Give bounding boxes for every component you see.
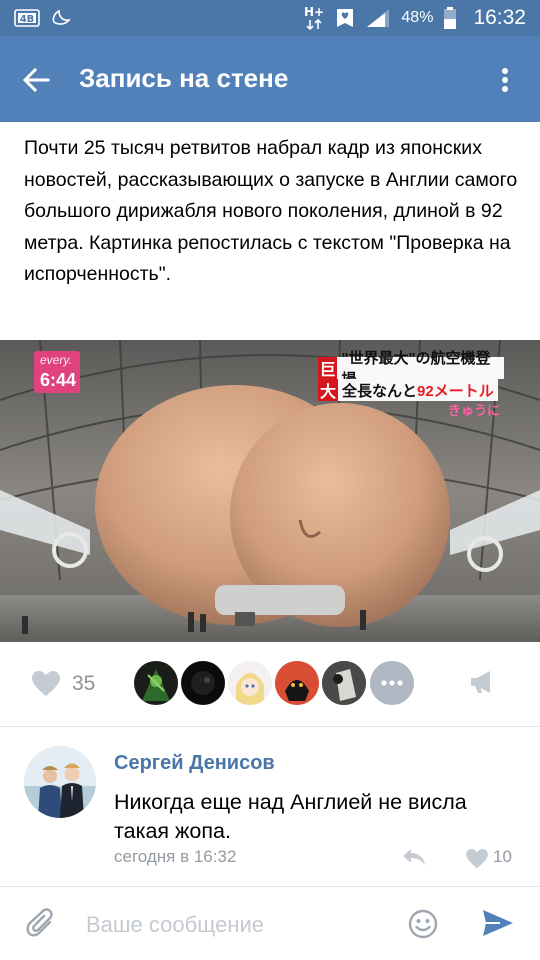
comment-avatar[interactable] — [24, 746, 96, 818]
battery-icon — [443, 6, 457, 30]
caption-line-2-prefix: 全長なんと — [342, 382, 418, 400]
message-input[interactable] — [86, 907, 386, 943]
send-icon[interactable] — [482, 909, 514, 942]
caption-kanji-bottom: 大 — [318, 379, 338, 401]
caption-line-1: "世界最大"の航空機登場 — [337, 350, 504, 388]
more-options-button[interactable] — [490, 60, 520, 100]
liker-avatar-4[interactable] — [275, 661, 319, 705]
comment-text: Никогда еще над Англией не висла такая ж… — [114, 790, 467, 843]
back-button[interactable] — [16, 60, 56, 100]
liker-avatar-5[interactable] — [322, 661, 366, 705]
signal-icon — [365, 7, 391, 29]
like-count[interactable]: 35 — [72, 672, 95, 696]
sim-label: 4B — [20, 14, 35, 25]
comment-time: сегодня в 16:32 — [114, 847, 237, 866]
network-type: H+ — [304, 5, 324, 19]
heart-notification-icon — [335, 7, 355, 29]
arrow-back-icon — [22, 67, 50, 93]
heart-icon[interactable] — [32, 671, 60, 702]
comment-like-count[interactable]: 10 — [493, 847, 512, 867]
more-vertical-icon — [502, 68, 508, 92]
battery-percent: 48% — [401, 9, 434, 26]
comment-heart-icon[interactable] — [466, 849, 488, 874]
post-photo[interactable]: every. 6:44 巨 "世界最大"の航空機登場 大 全長なんと92メートル… — [0, 340, 540, 642]
page-title: Запись на стене — [79, 63, 289, 93]
liker-avatar-2[interactable] — [181, 661, 225, 705]
sim-icon: 4B — [14, 9, 40, 27]
news-caption: 巨 "世界最大"の航空機登場 大 全長なんと92メートル きゅうに — [318, 350, 504, 418]
paperclip-icon[interactable] — [26, 908, 56, 945]
reply-icon[interactable] — [402, 848, 426, 871]
data-arrows-icon: H+ — [303, 4, 325, 32]
comment-author[interactable]: Сергей Денисов — [114, 752, 275, 775]
liker-avatars[interactable] — [134, 661, 414, 705]
channel-label: every. — [40, 353, 72, 367]
clock: 16:32 — [473, 6, 526, 29]
megaphone-icon[interactable] — [470, 670, 496, 699]
broadcast-clock: 6:44 — [40, 370, 77, 390]
post-text: Почти 25 тысяч ретвитов набрал кадр из я… — [24, 137, 518, 285]
caption-line-2: 全長なんと 92メートル — [338, 379, 498, 401]
app-bar: Запись на стене — [0, 36, 540, 122]
divider — [0, 726, 540, 727]
status-bar: 4B H+ 48% 16:32 — [0, 0, 540, 36]
liker-avatar-1[interactable] — [134, 661, 178, 705]
caption-small: きゅうに — [447, 403, 500, 418]
moon-icon — [50, 8, 72, 28]
more-likers-button[interactable] — [370, 661, 414, 705]
channel-badge: every. 6:44 — [34, 351, 80, 393]
more-horizontal-icon — [381, 680, 403, 686]
liker-avatar-3[interactable] — [228, 661, 272, 705]
message-composer — [0, 886, 540, 960]
smile-icon[interactable] — [408, 909, 438, 944]
likes-row: 35 — [0, 642, 540, 726]
caption-line-2-highlight: 92メートル — [417, 382, 494, 400]
caption-kanji-top: 巨 — [318, 357, 338, 379]
